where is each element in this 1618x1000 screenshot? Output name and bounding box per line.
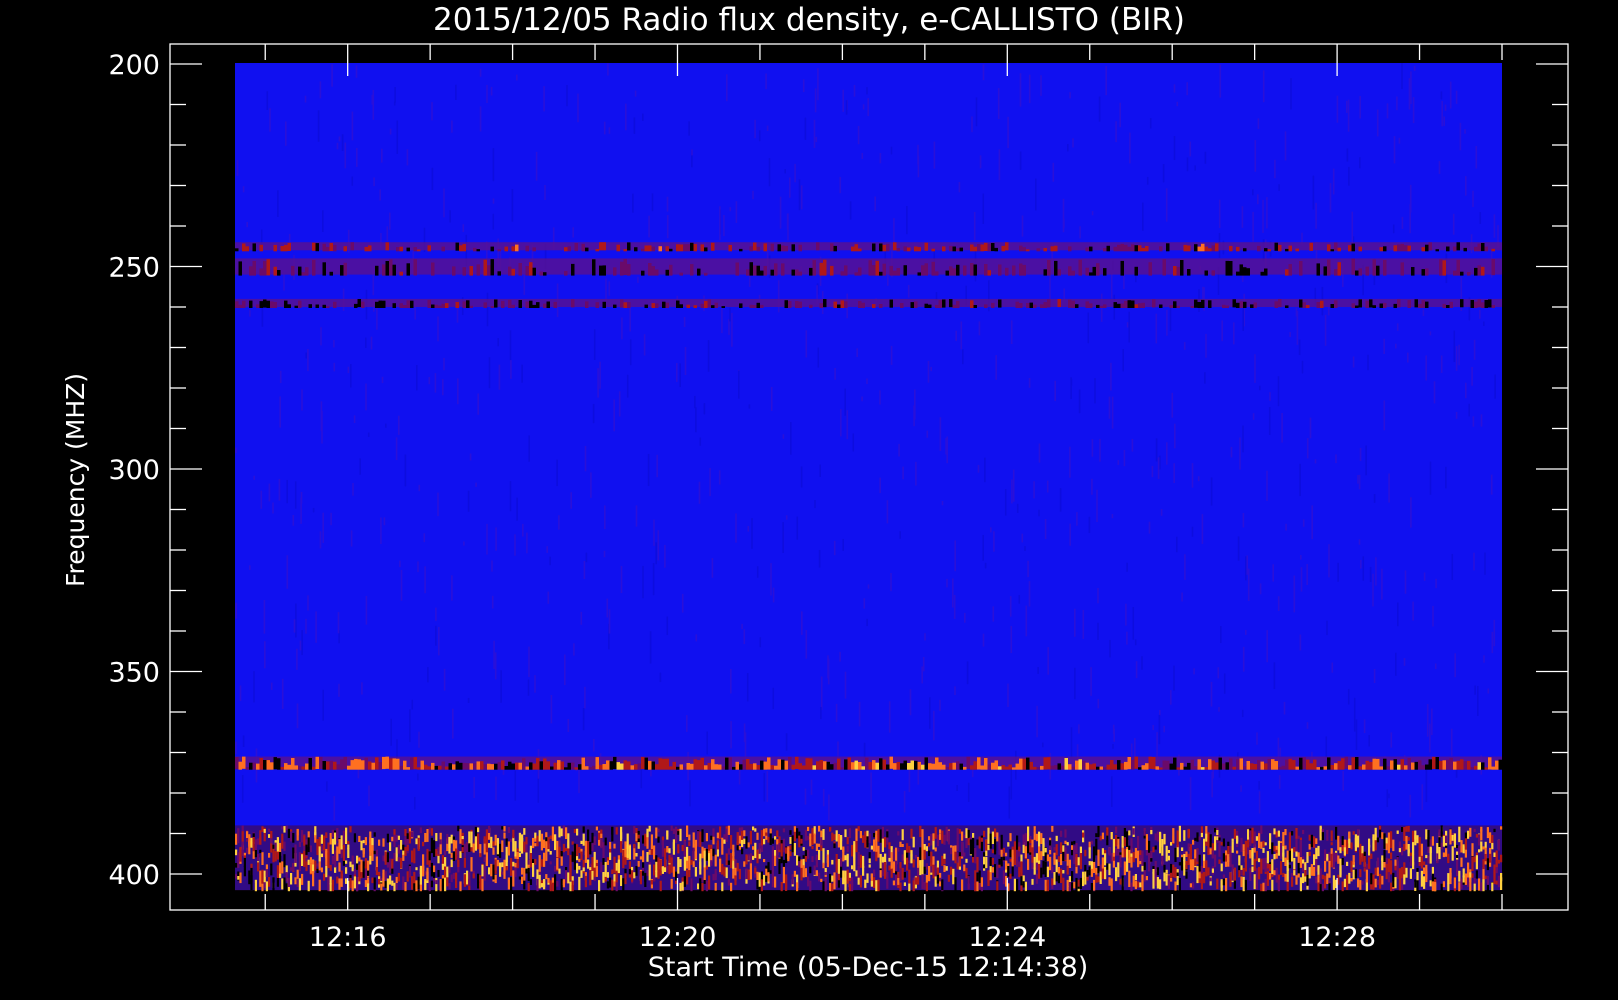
spectrogram-heatmap [235,63,1503,892]
y-tick-label: 350 [108,658,160,689]
chart-title: 2015/12/05 Radio flux density, e-CALLIST… [433,2,1185,38]
y-axis-label: Frequency (MHZ) [61,373,90,587]
y-tick-label: 250 [108,253,160,284]
x-tick-label: 12:28 [1298,922,1376,953]
emission-band-1 [235,258,1502,276]
emission-band-2 [235,298,1502,308]
x-tick-label: 12:16 [309,922,387,953]
x-axis-label: Start Time (05-Dec-15 12:14:38) [648,952,1089,983]
x-tick-label: 12:24 [968,922,1046,953]
emission-band-4 [235,825,1503,892]
spectrogram-chart: 2015/12/05 Radio flux density, e-CALLIST… [61,2,1569,983]
y-tick-label: 300 [108,455,160,486]
y-tick-label: 400 [108,860,160,891]
emission-band-0 [235,242,1502,252]
y-tick-label: 200 [108,50,160,81]
x-tick-label: 12:20 [639,922,717,953]
emission-band-3 [235,756,1502,770]
